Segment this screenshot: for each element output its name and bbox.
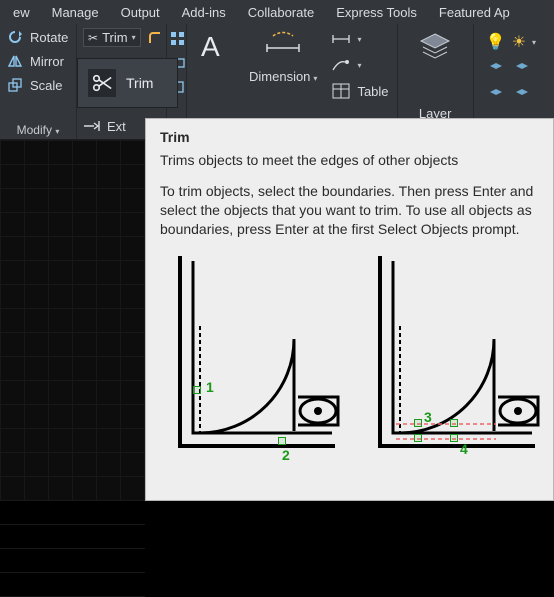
scissors-icon (88, 69, 116, 97)
layers-icon (417, 28, 453, 64)
text-icon: A (195, 28, 231, 64)
array-icon[interactable] (169, 30, 187, 48)
panel-title-modify: Modify ▾ (6, 121, 70, 137)
mirror-label: Mirror (30, 54, 64, 69)
leader-button[interactable]: ▾ (331, 56, 388, 74)
rotate-icon (6, 28, 24, 46)
layer-swatch-icon[interactable] (512, 60, 532, 78)
trim-split-button[interactable]: ✂ Trim ▾ (83, 28, 160, 47)
menu-featured-apps[interactable]: Featured Ap (428, 5, 521, 20)
tooltip-title: Trim (160, 129, 539, 145)
mirror-icon (6, 52, 24, 70)
table-icon (331, 82, 351, 100)
menu-output[interactable]: Output (110, 5, 171, 20)
panel-modify-left: Rotate Mirror Scale Modify ▾ (0, 24, 77, 139)
fillet-icon[interactable] (147, 29, 163, 47)
diagram-after: 3 4 (360, 251, 540, 461)
layer-swatch-icon[interactable] (486, 86, 506, 104)
chevron-down-icon[interactable]: ▾ (132, 33, 136, 42)
table-button[interactable]: Table (331, 82, 388, 100)
scale-label: Scale (30, 78, 63, 93)
layer-swatch-icon[interactable] (486, 60, 506, 78)
scissors-icon: ✂ (88, 31, 98, 45)
linear-dim-button[interactable]: ▾ (331, 30, 388, 48)
rotate-label: Rotate (30, 30, 68, 45)
menu-addins[interactable]: Add-ins (171, 5, 237, 20)
trim-tooltip: Trim Trims objects to meet the edges of … (145, 118, 554, 501)
trim-flyout[interactable]: Trim (77, 58, 178, 108)
svg-text:A: A (201, 31, 220, 62)
tooltip-summary: Trims objects to meet the edges of other… (160, 151, 539, 170)
sun-icon[interactable]: ☀ (512, 32, 526, 52)
diagram-before: 1 2 (160, 251, 340, 461)
extend-icon (83, 117, 101, 135)
leader-icon (331, 56, 351, 74)
scale-button[interactable]: Scale (6, 76, 70, 94)
menu-manage[interactable]: Manage (41, 5, 110, 20)
menu-express-tools[interactable]: Express Tools (325, 5, 428, 20)
dimension-icon (263, 28, 303, 65)
lightbulb-on-icon[interactable]: 💡 (486, 32, 506, 52)
mirror-button[interactable]: Mirror (6, 52, 70, 70)
trim-flyout-label: Trim (126, 75, 153, 91)
menu-collaborate[interactable]: Collaborate (237, 5, 326, 20)
menu-view[interactable]: ew (2, 5, 41, 20)
drawing-canvas[interactable]: for (let i=0;i<20;i++){document.write('<… (0, 140, 145, 501)
linear-dim-icon (331, 30, 351, 48)
tooltip-body: To trim objects, select the boundaries. … (160, 182, 539, 239)
rotate-button[interactable]: Rotate (6, 28, 70, 46)
layer-swatch-icon[interactable] (512, 86, 532, 104)
scale-icon (6, 76, 24, 94)
tooltip-diagrams: 1 2 3 4 (160, 251, 539, 461)
chevron-down-icon[interactable]: ▾ (55, 127, 59, 136)
menubar: ew Manage Output Add-ins Collaborate Exp… (0, 0, 554, 24)
